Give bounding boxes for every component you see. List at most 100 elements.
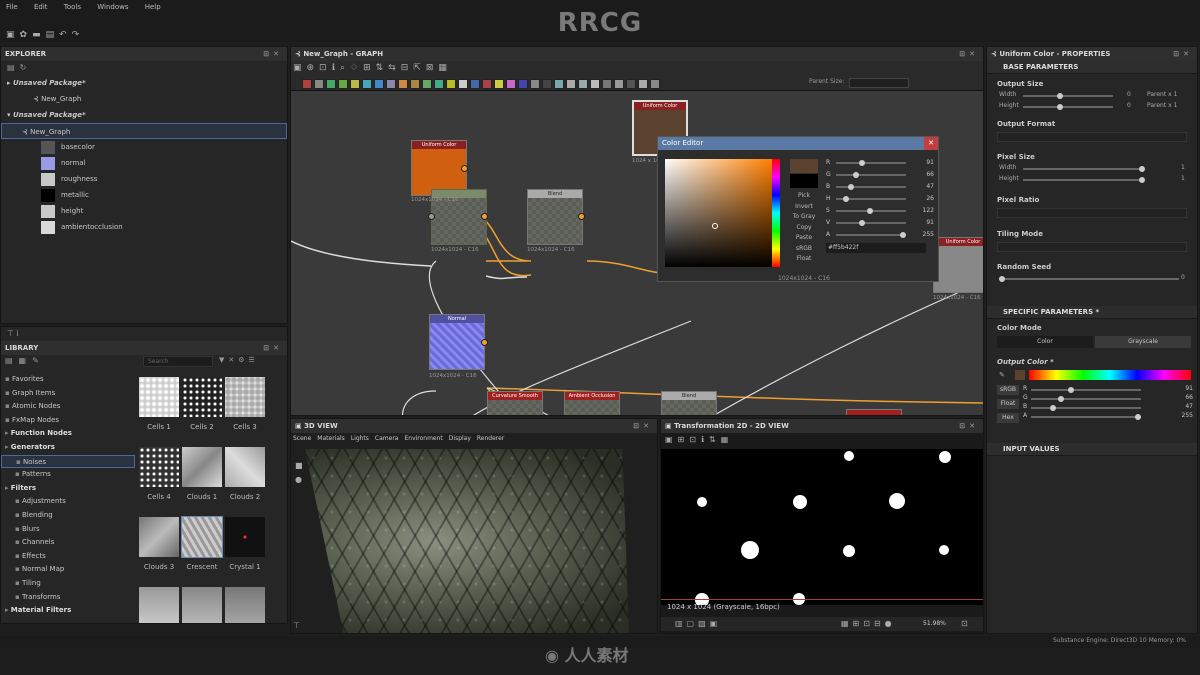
atomic-node-icon[interactable] — [518, 79, 528, 89]
library-tree-item[interactable]: ▸ Material Filters — [1, 604, 135, 618]
tiling-mode-dropdown[interactable] — [997, 242, 1187, 252]
output-format-dropdown[interactable] — [997, 132, 1187, 142]
output-item[interactable]: normal — [1, 155, 287, 171]
library-tree-item[interactable]: ▪ Channels — [1, 536, 135, 550]
refresh-icon[interactable]: ↻ — [20, 63, 32, 72]
uniform-color-node-right[interactable]: Uniform Color — [933, 237, 983, 293]
px-height-slider[interactable] — [1023, 177, 1145, 183]
eyedropper-icon[interactable]: ✎ — [999, 371, 1005, 379]
width-slider[interactable] — [1023, 93, 1113, 99]
ao-node[interactable]: Ambient Occlusion — [564, 391, 620, 415]
camera-icon[interactable]: ■ — [295, 459, 303, 473]
atomic-node-icon[interactable] — [506, 79, 516, 89]
atomic-node-icon[interactable] — [530, 79, 540, 89]
atomic-node-icon[interactable] — [410, 79, 420, 89]
atomic-node-icon[interactable] — [554, 79, 564, 89]
library-tree-item[interactable]: ▪ FxMap Nodes — [1, 414, 135, 428]
info-icon[interactable]: i — [17, 329, 19, 338]
output-item[interactable]: roughness — [1, 171, 287, 187]
graph-item[interactable]: ⊰ New_Graph — [1, 91, 287, 107]
hue-slider[interactable] — [772, 159, 780, 267]
library-tree-item[interactable]: ▪ Atomic Nodes — [1, 400, 135, 414]
view3d-menu-item[interactable]: Materials — [317, 435, 345, 442]
2d-preview[interactable] — [661, 449, 983, 605]
color-editor-button[interactable]: Float — [788, 254, 820, 265]
library-search-input[interactable]: Search — [143, 356, 213, 367]
saturation-value-picker[interactable] — [665, 159, 772, 267]
color-mode-color[interactable]: Color — [997, 336, 1093, 348]
light-icon[interactable]: ● — [295, 473, 303, 487]
package-item[interactable]: ▸ Unsaved Package* — [1, 75, 287, 91]
rgba-slider[interactable] — [1031, 414, 1141, 420]
atomic-node-icon[interactable] — [434, 79, 444, 89]
atomic-node-icon[interactable] — [362, 79, 372, 89]
atomic-node-icon[interactable] — [446, 79, 456, 89]
random-seed-slider[interactable] — [999, 276, 1179, 282]
atomic-node-icon[interactable] — [470, 79, 480, 89]
library-tree-item[interactable]: ▪ Blurs — [1, 523, 135, 537]
output-port[interactable] — [481, 339, 488, 346]
specific-parameters-header[interactable]: SPECIFIC PARAMETERS * — [987, 306, 1197, 319]
float-button[interactable]: Float — [997, 399, 1019, 409]
library-thumbnail[interactable] — [182, 377, 222, 417]
library-thumbnail[interactable] — [182, 447, 222, 487]
atomic-node-icon[interactable] — [614, 79, 624, 89]
library-thumbnail[interactable] — [139, 517, 179, 557]
atomic-node-icon[interactable] — [374, 79, 384, 89]
blend-node[interactable]: Blend — [527, 189, 583, 245]
atomic-node-icon[interactable] — [590, 79, 600, 89]
library-tree-item[interactable]: ▪ Tiling — [1, 577, 135, 591]
view-icons[interactable]: ▦⊞⊡⊟● — [841, 619, 896, 628]
hex-button[interactable]: Hex — [997, 413, 1019, 423]
color-mode-grayscale[interactable]: Grayscale — [1095, 336, 1191, 348]
library-tree-item[interactable]: ▪ Transforms — [1, 591, 135, 605]
hex-input[interactable]: #ff5b422f — [826, 243, 926, 253]
curvature-node[interactable]: Curvature Smooth — [487, 391, 543, 415]
base-parameters-header[interactable]: BASE PARAMETERS — [987, 61, 1197, 74]
library-thumbnail[interactable] — [139, 377, 179, 417]
3d-preview-mesh[interactable] — [305, 449, 629, 633]
fit-icon[interactable]: ⊡ — [961, 619, 968, 628]
output-port[interactable] — [461, 165, 468, 172]
toolbar-icons[interactable]: ▣⊞⊡ℹ⇅▦ — [665, 435, 733, 444]
library-tree-item[interactable]: ▸ Generators — [1, 441, 135, 455]
color-editor-button[interactable]: Pick — [788, 191, 820, 202]
library-tool-icons[interactable]: ▤▦✎ — [5, 356, 45, 365]
save-icon[interactable]: ▤ — [7, 63, 20, 72]
library-thumbnail[interactable] — [182, 587, 222, 623]
atomic-node-icon[interactable] — [350, 79, 360, 89]
atomic-node-icon[interactable] — [566, 79, 576, 89]
picker-cursor[interactable] — [712, 223, 718, 229]
color-editor-button[interactable]: To Gray — [788, 212, 820, 223]
atomic-node-icon[interactable] — [398, 79, 408, 89]
px-width-slider[interactable] — [1023, 166, 1145, 172]
output-item[interactable]: basecolor — [1, 139, 287, 155]
atomic-node-icon[interactable] — [314, 79, 324, 89]
search-options-icon[interactable]: ▼✕⚙☰ — [219, 356, 259, 364]
channel-slider[interactable] — [836, 172, 906, 178]
library-thumbnail[interactable] — [181, 516, 223, 558]
srgb-button[interactable]: sRGB — [997, 385, 1019, 395]
view3d-menu-item[interactable]: Camera — [375, 435, 399, 442]
channel-slider[interactable] — [836, 208, 906, 214]
node-bottom-right[interactable] — [846, 409, 902, 415]
channel-icons[interactable]: ▥▢▧▣ — [675, 619, 721, 628]
atomic-node-icon[interactable] — [626, 79, 636, 89]
rgba-slider[interactable] — [1031, 405, 1141, 411]
library-tree-item[interactable]: ▸ Function Nodes — [1, 427, 135, 441]
library-tree-item[interactable]: ▪ Patterns — [1, 468, 135, 482]
view3d-menu-item[interactable]: Lights — [351, 435, 369, 442]
view3d-menu-item[interactable]: Scene — [293, 435, 311, 442]
align-icon[interactable]: ℹ⌕♢⊞⇅⇆⊟⇱⊠ — [332, 63, 439, 73]
library-tree-item[interactable]: ▪ Effects — [1, 550, 135, 564]
atomic-node-icon[interactable] — [302, 79, 312, 89]
color-editor-button[interactable]: Copy — [788, 223, 820, 234]
atomic-node-icon[interactable] — [650, 79, 660, 89]
output-color-swatch[interactable] — [1015, 370, 1025, 380]
library-tree-item[interactable]: ▪ Favorites — [1, 373, 135, 387]
rgba-slider[interactable] — [1031, 396, 1141, 402]
output-item[interactable]: metallic — [1, 187, 287, 203]
normal-node[interactable]: Normal — [429, 314, 485, 370]
channel-slider[interactable] — [836, 184, 906, 190]
close-icon[interactable]: ✕ — [924, 137, 938, 150]
